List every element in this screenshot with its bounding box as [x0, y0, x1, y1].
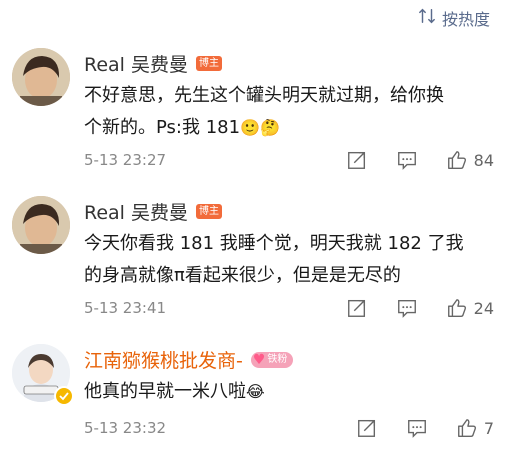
like-button[interactable]: 7 — [456, 417, 494, 439]
comment-text: 不好意思，先生这个罐头明天就过期，给你换 个新的。Ps:我 181🙂🤔 — [84, 80, 504, 144]
emoji: 😂 — [246, 382, 265, 401]
heart-icon: ♥ — [252, 351, 266, 368]
comment-text: 他真的早就一米八啦😂 — [84, 376, 504, 408]
comment-icon — [407, 419, 426, 438]
comment-button[interactable] — [396, 149, 418, 171]
comment-text-line: 的身高就像π看起来很少，但是是无尽的 — [84, 265, 401, 286]
username[interactable]: 江南猕猴桃批发商- ♥ 铁粉 — [84, 346, 294, 373]
thumbs-up-icon — [457, 419, 476, 437]
user-avatar[interactable] — [12, 48, 70, 106]
blogger-badge: 博主 — [196, 56, 222, 71]
comment-text-part: 个新的。Ps:我 181 — [84, 117, 241, 138]
comment-button[interactable] — [396, 297, 418, 319]
username-text[interactable]: 江南猕猴桃批发商- — [84, 346, 243, 373]
like-count: 84 — [473, 150, 494, 170]
comment-meta: 5-13 23:41 24 — [84, 296, 494, 320]
username-text[interactable]: Real 吴费曼 — [84, 50, 188, 77]
sort-by-hot-button[interactable]: 按热度 — [418, 6, 490, 30]
like-count: 7 — [483, 418, 494, 438]
share-icon — [347, 299, 365, 317]
blogger-badge: 博主 — [196, 204, 222, 219]
comment-text-part: 他真的早就一米八啦 — [84, 381, 246, 402]
share-button[interactable] — [346, 297, 368, 319]
comment-text: 今天你看我 181 我睡个觉，明天我就 182 了我 的身高就像π看起来很少，但… — [84, 228, 504, 292]
comment-icon — [397, 299, 416, 318]
comment-time: 5-13 23:32 — [84, 419, 167, 437]
comment-meta: 5-13 23:27 84 — [84, 148, 494, 172]
comment-time: 5-13 23:27 — [84, 151, 167, 169]
comment-text-line: 今天你看我 181 我睡个觉，明天我就 182 了我 — [84, 233, 464, 254]
comment-icon — [397, 151, 416, 170]
like-button[interactable]: 84 — [446, 149, 494, 171]
share-button[interactable] — [346, 149, 368, 171]
fan-badge: ♥ 铁粉 — [250, 351, 294, 368]
comment-button[interactable] — [406, 417, 428, 439]
like-button[interactable]: 24 — [446, 297, 494, 319]
share-button[interactable] — [356, 417, 378, 439]
sort-label: 按热度 — [441, 10, 490, 29]
verified-icon — [54, 386, 74, 406]
username[interactable]: Real 吴费曼 博主 — [84, 50, 222, 77]
comment-text-line: 不好意思，先生这个罐头明天就过期，给你换 — [84, 85, 444, 106]
share-icon — [357, 419, 375, 437]
thumbs-up-icon — [447, 299, 466, 317]
comment-text-line: 个新的。Ps:我 181🙂🤔 — [84, 112, 504, 144]
comment-text-line: 他真的早就一米八啦😂 — [84, 376, 504, 408]
comment-time: 5-13 23:41 — [84, 299, 167, 317]
share-icon — [347, 151, 365, 169]
comment-meta: 5-13 23:32 7 — [84, 416, 494, 440]
like-count: 24 — [473, 298, 494, 318]
user-avatar[interactable] — [12, 196, 70, 254]
username-text[interactable]: Real 吴费曼 — [84, 198, 188, 225]
thumbs-up-icon — [447, 151, 466, 169]
fan-badge-label: 铁粉 — [267, 353, 288, 365]
username[interactable]: Real 吴费曼 博主 — [84, 198, 222, 225]
emoji: 🙂🤔 — [240, 118, 280, 137]
sort-icon — [418, 7, 436, 29]
